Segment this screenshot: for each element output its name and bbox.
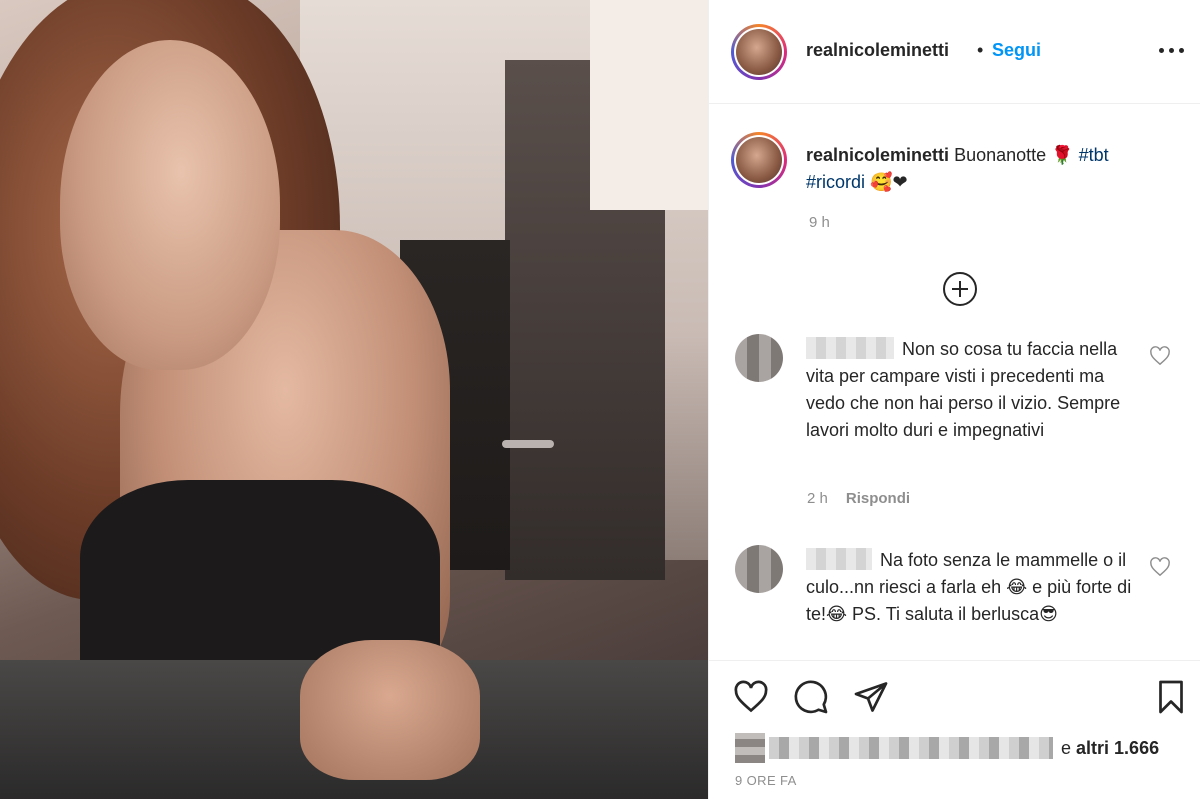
caption-emojis: 🥰❤ (870, 172, 908, 192)
separator-dot: • (977, 40, 984, 60)
follow-button[interactable]: Segui (992, 40, 1041, 61)
post-side-panel: realnicoleminetti • Segui realnicolemine… (708, 0, 1200, 799)
bookmark-icon[interactable] (1153, 679, 1189, 715)
comment-avatar[interactable] (735, 334, 783, 382)
avatar[interactable] (731, 24, 787, 80)
caption-username[interactable]: realnicoleminetti (806, 145, 949, 165)
liker-avatar-blurred (735, 733, 765, 763)
post-actions: e altri 1.666 9 ORE FA (709, 660, 1200, 799)
like-heart-icon[interactable] (733, 679, 769, 715)
photo-door-handle (502, 440, 554, 448)
caption-body: Buonanotte 🌹 (954, 145, 1074, 165)
photo-face (60, 40, 280, 370)
post-header: realnicoleminetti • Segui (709, 0, 1200, 104)
likes-count[interactable]: altri 1.666 (1076, 738, 1159, 758)
comment-meta: 2 h Rispondi (807, 490, 910, 507)
comment-text: Non so cosa tu faccia nella vita per cam… (806, 337, 1121, 440)
post-photo[interactable] (0, 0, 708, 799)
reply-button[interactable]: Rispondi (846, 490, 910, 507)
comment-icon[interactable] (793, 679, 829, 715)
comment-username-blurred[interactable] (806, 337, 894, 359)
share-icon[interactable] (853, 679, 889, 715)
caption-avatar[interactable] (731, 132, 787, 188)
caption-time: 9 h (809, 214, 830, 231)
likes-summary[interactable]: e altri 1.666 (735, 733, 1159, 763)
photo-light-area (590, 0, 708, 210)
heart-outline-icon[interactable] (1149, 346, 1171, 366)
comment-time: 2 h (807, 490, 828, 507)
post-timestamp[interactable]: 9 ORE FA (735, 773, 797, 788)
comment-text: Na foto senza le mammelle o il culo...nn… (806, 548, 1132, 624)
add-circle-icon[interactable] (943, 272, 977, 306)
caption-text: realnicoleminetti Buonanotte 🌹 #tbt #ric… (806, 142, 1166, 196)
username[interactable]: realnicoleminetti (806, 40, 949, 61)
photo-hand (300, 640, 480, 780)
comment-avatar[interactable] (735, 545, 783, 593)
hashtag-ricordi[interactable]: #ricordi (806, 172, 865, 192)
likers-blurred (769, 737, 1053, 759)
comment-username-blurred[interactable] (806, 548, 872, 570)
heart-outline-icon[interactable] (1149, 557, 1171, 577)
hashtag-tbt[interactable]: #tbt (1079, 145, 1109, 165)
more-options-icon[interactable] (1159, 38, 1185, 62)
